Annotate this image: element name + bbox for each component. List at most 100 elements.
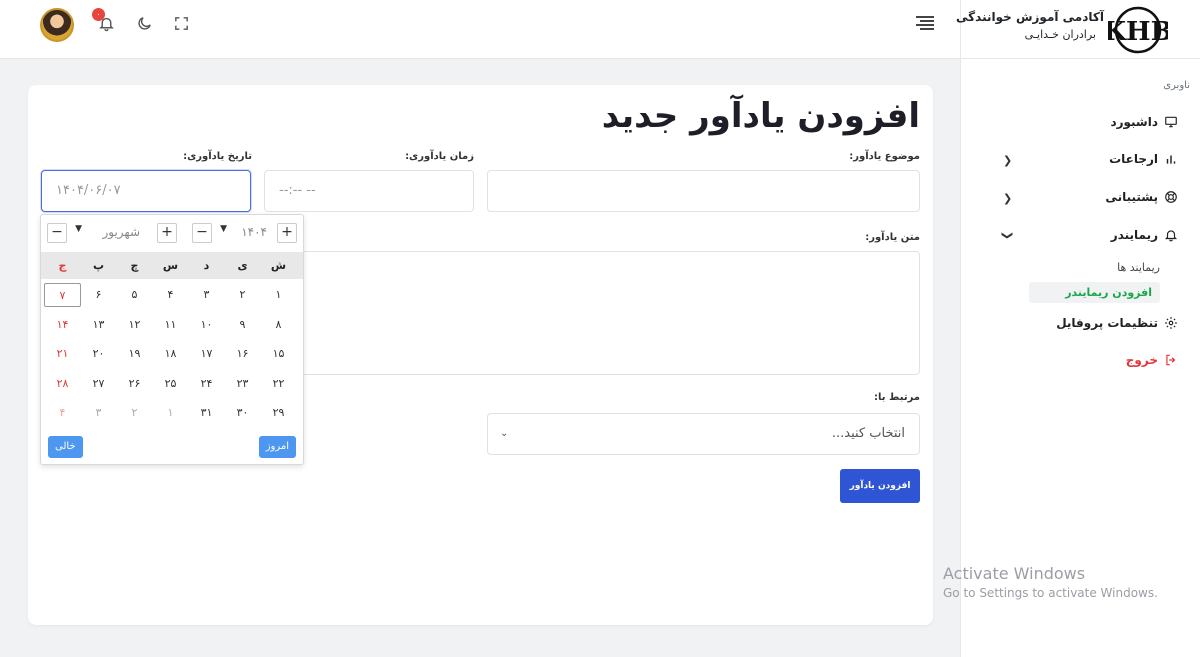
submit-button[interactable]: افزودن یادآور [840, 469, 920, 503]
calendar-day[interactable]: ۳ [80, 401, 117, 425]
year-value[interactable]: ۱۴۰۴ [241, 225, 267, 239]
notification-badge: ۰ [92, 8, 105, 21]
chevron-down-icon[interactable]: ▼ [220, 224, 227, 234]
related-label: مرتبط با: [874, 392, 920, 403]
calendar-day[interactable]: ۷ [44, 283, 81, 307]
weekday-label: ش [270, 259, 287, 272]
sidebar-item-label: خروج [1125, 353, 1158, 367]
brand-title: آکادمی آموزش خوانندگی [956, 10, 1104, 24]
month-value[interactable]: شهریور [102, 225, 140, 239]
page-title: افزودن یادآور جدید [601, 96, 920, 136]
sidebar-item-label: پشتیبانی [1105, 190, 1158, 204]
date-input[interactable]: ۱۴۰۴/۰۶/۰۷ [41, 170, 251, 212]
today-button[interactable]: امروز [258, 436, 296, 458]
year-increment-button[interactable]: + [277, 223, 297, 243]
weekday-label: پ [92, 259, 105, 272]
bell-icon [1164, 230, 1178, 242]
calendar-day[interactable]: ۴ [44, 401, 81, 425]
calendar-day[interactable]: ۱۲ [116, 313, 153, 337]
calendar-day[interactable]: ۲۷ [80, 372, 117, 396]
moon-icon[interactable] [133, 12, 155, 34]
sidebar-caption: ناوبری [1163, 80, 1190, 91]
calendar-day[interactable]: ۳ [188, 283, 225, 307]
weekday-label: ج [58, 259, 67, 272]
calendar-day[interactable]: ۲۳ [224, 372, 261, 396]
time-value: --:-- -- [279, 183, 316, 198]
date-value: ۱۴۰۴/۰۶/۰۷ [56, 183, 121, 198]
calendar-day[interactable]: ۱۶ [224, 342, 261, 366]
sidebar-item-logout[interactable]: خروج [1126, 353, 1178, 367]
activation-watermark-subtitle: Go to Settings to activate Windows. [943, 586, 1158, 600]
sidebar-item-reminder[interactable]: ریمایندر [1111, 228, 1178, 242]
sidebar-item-label: ریمایندر [1110, 228, 1158, 242]
chevron-left-icon[interactable]: ❯ [1003, 154, 1012, 167]
weekday-label: د [203, 259, 210, 272]
svg-text:KHB: KHB [1108, 17, 1168, 47]
chevron-down-icon[interactable]: ▼ [75, 224, 82, 234]
clear-button[interactable]: خالی [48, 436, 83, 458]
lifebuoy-icon [1165, 191, 1177, 203]
time-input[interactable]: --:-- -- [264, 170, 474, 212]
month-increment-button[interactable]: + [157, 223, 177, 243]
related-select[interactable]: انتخاب کنید... ⌄ [487, 413, 920, 455]
text-label: متن یادآور: [865, 232, 920, 243]
weekday-label: چ [130, 259, 139, 272]
sidebar-item-support[interactable]: پشتیبانی [1105, 190, 1178, 204]
calendar-day[interactable]: ۲۴ [188, 372, 225, 396]
calendar-day[interactable]: ۳۱ [188, 401, 225, 425]
calendar-day[interactable]: ۲۵ [152, 372, 189, 396]
calendar-day[interactable]: ۱۳ [80, 313, 117, 337]
sidebar-item-label: تنظیمات پروفایل [1056, 316, 1158, 330]
sidebar-item-profile-settings[interactable]: تنظیمات پروفایل [1056, 316, 1178, 330]
weekday-label: س [162, 259, 179, 272]
chevron-down-icon: ⌄ [500, 428, 509, 439]
calendar-day[interactable]: ۱۱ [152, 313, 189, 337]
calendar-day[interactable]: ۲ [224, 283, 261, 307]
calendar-day[interactable]: ۱۷ [188, 342, 225, 366]
sidebar-item-dashboard[interactable]: داشبورد [1110, 115, 1178, 129]
sidebar-subitem-reminders[interactable]: ریمایند ها [1117, 261, 1160, 274]
calendar-day[interactable]: ۱۴ [44, 313, 81, 337]
calendar-day[interactable]: ۱۵ [260, 342, 297, 366]
brand-subtitle: برادران خـدایـی [1024, 28, 1096, 41]
subject-input[interactable] [487, 170, 920, 212]
year-decrement-button[interactable]: − [192, 223, 212, 243]
menu-toggle-icon[interactable] [916, 16, 934, 30]
fullscreen-icon[interactable] [170, 12, 192, 34]
chevron-down-icon[interactable]: ❯ [1001, 231, 1014, 240]
time-label: زمان یادآوری: [405, 151, 474, 162]
calendar-day[interactable]: ۱ [152, 401, 189, 425]
calendar-day[interactable]: ۲۰ [80, 342, 117, 366]
calendar-day[interactable]: ۱۹ [116, 342, 153, 366]
calendar-day[interactable]: ۲ [116, 401, 153, 425]
calendar-day[interactable]: ۱۸ [152, 342, 189, 366]
chevron-left-icon[interactable]: ❯ [1003, 192, 1012, 205]
calendar-day[interactable]: ۱۰ [188, 313, 225, 337]
subject-label: موضوع یادآور: [849, 151, 920, 162]
calendar-day[interactable]: ۱ [260, 283, 297, 307]
calendar-day[interactable]: ۲۶ [116, 372, 153, 396]
sidebar-item-referrals[interactable]: ارجاعات [1109, 152, 1178, 166]
calendar-day[interactable]: ۲۸ [44, 372, 81, 396]
calendar-day[interactable]: ۲۲ [260, 372, 297, 396]
calendar-day[interactable]: ۸ [260, 313, 297, 337]
sidebar-subitem-add-reminder[interactable]: افزودن ریمایندر [1029, 282, 1160, 303]
calendar-day[interactable]: ۳۰ [224, 401, 261, 425]
logout-icon [1166, 354, 1176, 366]
user-avatar[interactable] [40, 8, 74, 42]
weekday-label: ی [237, 259, 248, 272]
date-label: تاریخ یادآوری: [183, 151, 252, 162]
monitor-icon [1165, 116, 1177, 128]
chart-icon [1166, 155, 1176, 164]
month-decrement-button[interactable]: − [47, 223, 67, 243]
datepicker-popup: + ۱۴۰۴ ▼ − + شهریور ▼ − شیدسچپج ۱۲۳۴۵۶۷۸… [40, 214, 304, 465]
calendar-day[interactable]: ۴ [152, 283, 189, 307]
brand-logo-icon[interactable]: KHB [1108, 5, 1168, 55]
sidebar-item-label: ارجاعات [1109, 152, 1158, 166]
calendar-day[interactable]: ۲۱ [44, 342, 81, 366]
calendar-day[interactable]: ۹ [224, 313, 261, 337]
calendar-day[interactable]: ۲۹ [260, 401, 297, 425]
calendar-day[interactable]: ۵ [116, 283, 153, 307]
calendar-day[interactable]: ۶ [80, 283, 117, 307]
activation-watermark-title: Activate Windows [943, 564, 1086, 583]
